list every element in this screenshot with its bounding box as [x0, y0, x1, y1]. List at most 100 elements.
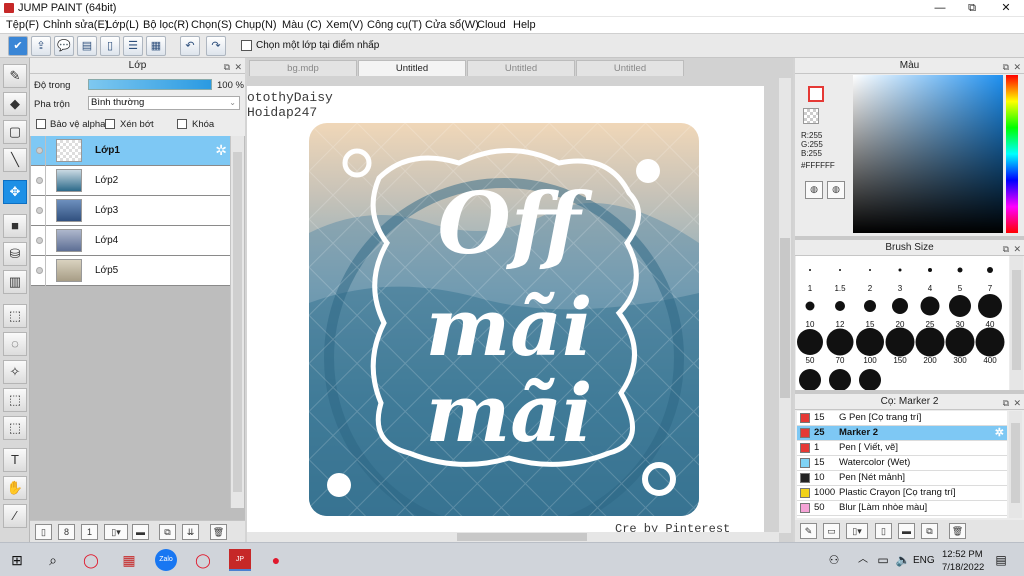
panel-close-icon[interactable]: ✕ [234, 59, 242, 75]
transparent-swatch[interactable] [803, 108, 819, 124]
select-pen-icon[interactable]: ⬚ [3, 388, 27, 412]
visibility-icon[interactable] [36, 237, 43, 244]
chevron-up-icon[interactable]: ︿ [852, 549, 874, 571]
panel-float-icon[interactable]: ⧉ [1003, 395, 1009, 411]
opera-icon[interactable]: ◯ [80, 549, 102, 571]
tab-untitled-3[interactable]: Untitled [576, 60, 684, 76]
grid-check-icon[interactable]: ▦ [146, 36, 166, 56]
canvas-vscroll[interactable] [779, 78, 791, 533]
visibility-icon[interactable] [36, 147, 43, 154]
clock-date[interactable]: 7/18/2022 [942, 562, 984, 573]
language-indicator[interactable]: ENG [913, 555, 935, 566]
brush-size-dot[interactable] [829, 369, 851, 390]
eraser-tool-icon[interactable]: ◆ [3, 92, 27, 116]
blend-mode-select[interactable]: Bình thường ⌄ [88, 96, 240, 110]
tab-bg[interactable]: bg.mdp [249, 60, 357, 76]
people-icon[interactable]: ⚇ [823, 549, 845, 571]
line-tool-icon[interactable]: ╲ [3, 148, 27, 172]
panel-float-icon[interactable]: ⧉ [1003, 59, 1009, 75]
opera-gx-icon[interactable]: ◯ [192, 549, 214, 571]
new-layer-1bit-icon[interactable]: 1 [81, 524, 98, 540]
redo-icon[interactable]: ↷ [206, 36, 226, 56]
scroll-thumb[interactable] [1011, 423, 1020, 503]
brush-size-dot[interactable] [915, 327, 945, 357]
layer-row[interactable]: Lớp1 ✲ [31, 136, 230, 166]
opacity-slider[interactable] [88, 79, 212, 90]
select-layer-checkbox[interactable] [241, 40, 252, 51]
shape-tool-icon[interactable]: ▢ [3, 120, 27, 144]
folder-icon[interactable]: ▬ [132, 524, 149, 540]
minimize-button[interactable]: — [924, 0, 956, 17]
canvas-page[interactable]: otothyDaisy Hoidap247 Off mãi mãi Cre by… [247, 86, 764, 536]
menu-help[interactable]: Help [513, 19, 536, 31]
new-layer-menu-icon[interactable]: ▯▾ [104, 524, 128, 540]
brush-size-dot[interactable] [987, 267, 993, 273]
menu-window[interactable]: Cửa sổ(W) [425, 19, 479, 31]
lasso-select-icon[interactable]: ◌ [3, 332, 27, 356]
brush-size-dot[interactable] [805, 301, 815, 311]
panel-close-icon[interactable]: ✕ [1013, 395, 1021, 411]
pen-row[interactable]: 50 Blur [Làm nhòe màu] [797, 501, 1007, 516]
page-list-icon[interactable]: ☰ [123, 36, 143, 56]
fill-rect-tool-icon[interactable]: ■ [3, 214, 27, 238]
panel-close-icon[interactable]: ✕ [1013, 59, 1021, 75]
app-grid-icon[interactable]: ▦ [118, 549, 140, 571]
restore-button[interactable]: ⧉ [956, 0, 988, 17]
tab-untitled-2[interactable]: Untitled [467, 60, 575, 76]
palette-icon[interactable]: ◍ [805, 181, 823, 199]
menu-color[interactable]: Màu (C) [282, 19, 322, 31]
gradient-tool-icon[interactable]: ▥ [3, 270, 27, 294]
document-icon[interactable]: ▯ [100, 36, 120, 56]
network-icon[interactable]: ▭ [872, 549, 894, 571]
record-icon[interactable]: ● [265, 549, 287, 571]
scroll-thumb[interactable] [233, 152, 242, 492]
tab-untitled-active[interactable]: Untitled [358, 60, 466, 76]
duplicate-layer-icon[interactable]: ⧉ [159, 524, 176, 540]
undo-icon[interactable]: ↶ [180, 36, 200, 56]
menu-cloud[interactable]: Cloud [477, 19, 506, 31]
brush-size-dot[interactable] [799, 369, 821, 390]
brush-size-dot[interactable] [892, 298, 908, 314]
scroll-thumb[interactable] [1012, 270, 1021, 370]
menu-file[interactable]: Tệp(F) [6, 19, 39, 31]
jump-paint-taskbar-icon[interactable]: JP [229, 549, 251, 571]
hue-slider[interactable] [1006, 75, 1018, 233]
delete-layer-icon[interactable]: 🗑 [210, 524, 227, 540]
merge-layer-icon[interactable]: ⇊ [182, 524, 199, 540]
text-tool-icon[interactable]: T [3, 448, 27, 472]
palette-settings-icon[interactable]: ◍ [827, 181, 845, 199]
layer-row[interactable]: Lớp2 [31, 166, 230, 196]
brush-size-dot[interactable] [856, 328, 884, 356]
brush-size-dot[interactable] [975, 327, 1005, 357]
brush-size-dot[interactable] [797, 329, 823, 355]
search-icon[interactable]: ⌕ [42, 549, 64, 571]
close-button[interactable]: ✕ [990, 0, 1022, 17]
scroll-thumb[interactable] [780, 238, 790, 398]
brush-size-dot[interactable] [809, 269, 811, 271]
brush-size-dot[interactable] [864, 300, 876, 312]
pen-menu-icon[interactable]: ▯▾ [846, 523, 868, 539]
volume-icon[interactable]: 🔈 [892, 549, 914, 571]
pen-row[interactable]: 15 Watercolor (Wet) [797, 456, 1007, 471]
pen-row[interactable]: 1000 Plastic Crayon [Cọ trang trí] [797, 486, 1007, 501]
brush-size-dot[interactable] [945, 327, 975, 357]
pen-folder-open-icon[interactable]: ▬ [898, 523, 915, 539]
pen-row[interactable]: 25 Marker 2 ✲ [797, 426, 1007, 441]
pen-row[interactable]: 15 G Pen [Cọ trang trí] [797, 411, 1007, 426]
brush-scrollbar[interactable] [1010, 256, 1023, 390]
new-layer-icon[interactable]: ▯ [35, 524, 52, 540]
brush-size-dot[interactable] [928, 268, 932, 272]
bucket-tool-icon[interactable]: ⛁ [3, 242, 27, 266]
pen-add-icon[interactable]: ✎ [800, 523, 817, 539]
rect-select-icon[interactable]: ⬚ [3, 304, 27, 328]
select-eraser-icon[interactable]: ⬚ [3, 416, 27, 440]
menu-filter[interactable]: Bộ lọc(R) [143, 19, 189, 31]
export-icon[interactable]: ⇪ [31, 36, 51, 56]
panel-float-icon[interactable]: ⧉ [224, 59, 230, 75]
magic-wand-icon[interactable]: ✧ [3, 360, 27, 384]
brush-size-grid[interactable]: 1 1.5 2 3 4 5 7 10 12 15 20 25 30 40 50 70 100 150 200 300 4… [796, 256, 1009, 390]
pen-duplicate-icon[interactable]: ⧉ [921, 523, 938, 539]
pen-row[interactable]: 10 Pen [Nét mảnh] [797, 471, 1007, 486]
brush-size-dot[interactable] [957, 267, 963, 273]
brush-size-dot[interactable] [826, 328, 854, 356]
